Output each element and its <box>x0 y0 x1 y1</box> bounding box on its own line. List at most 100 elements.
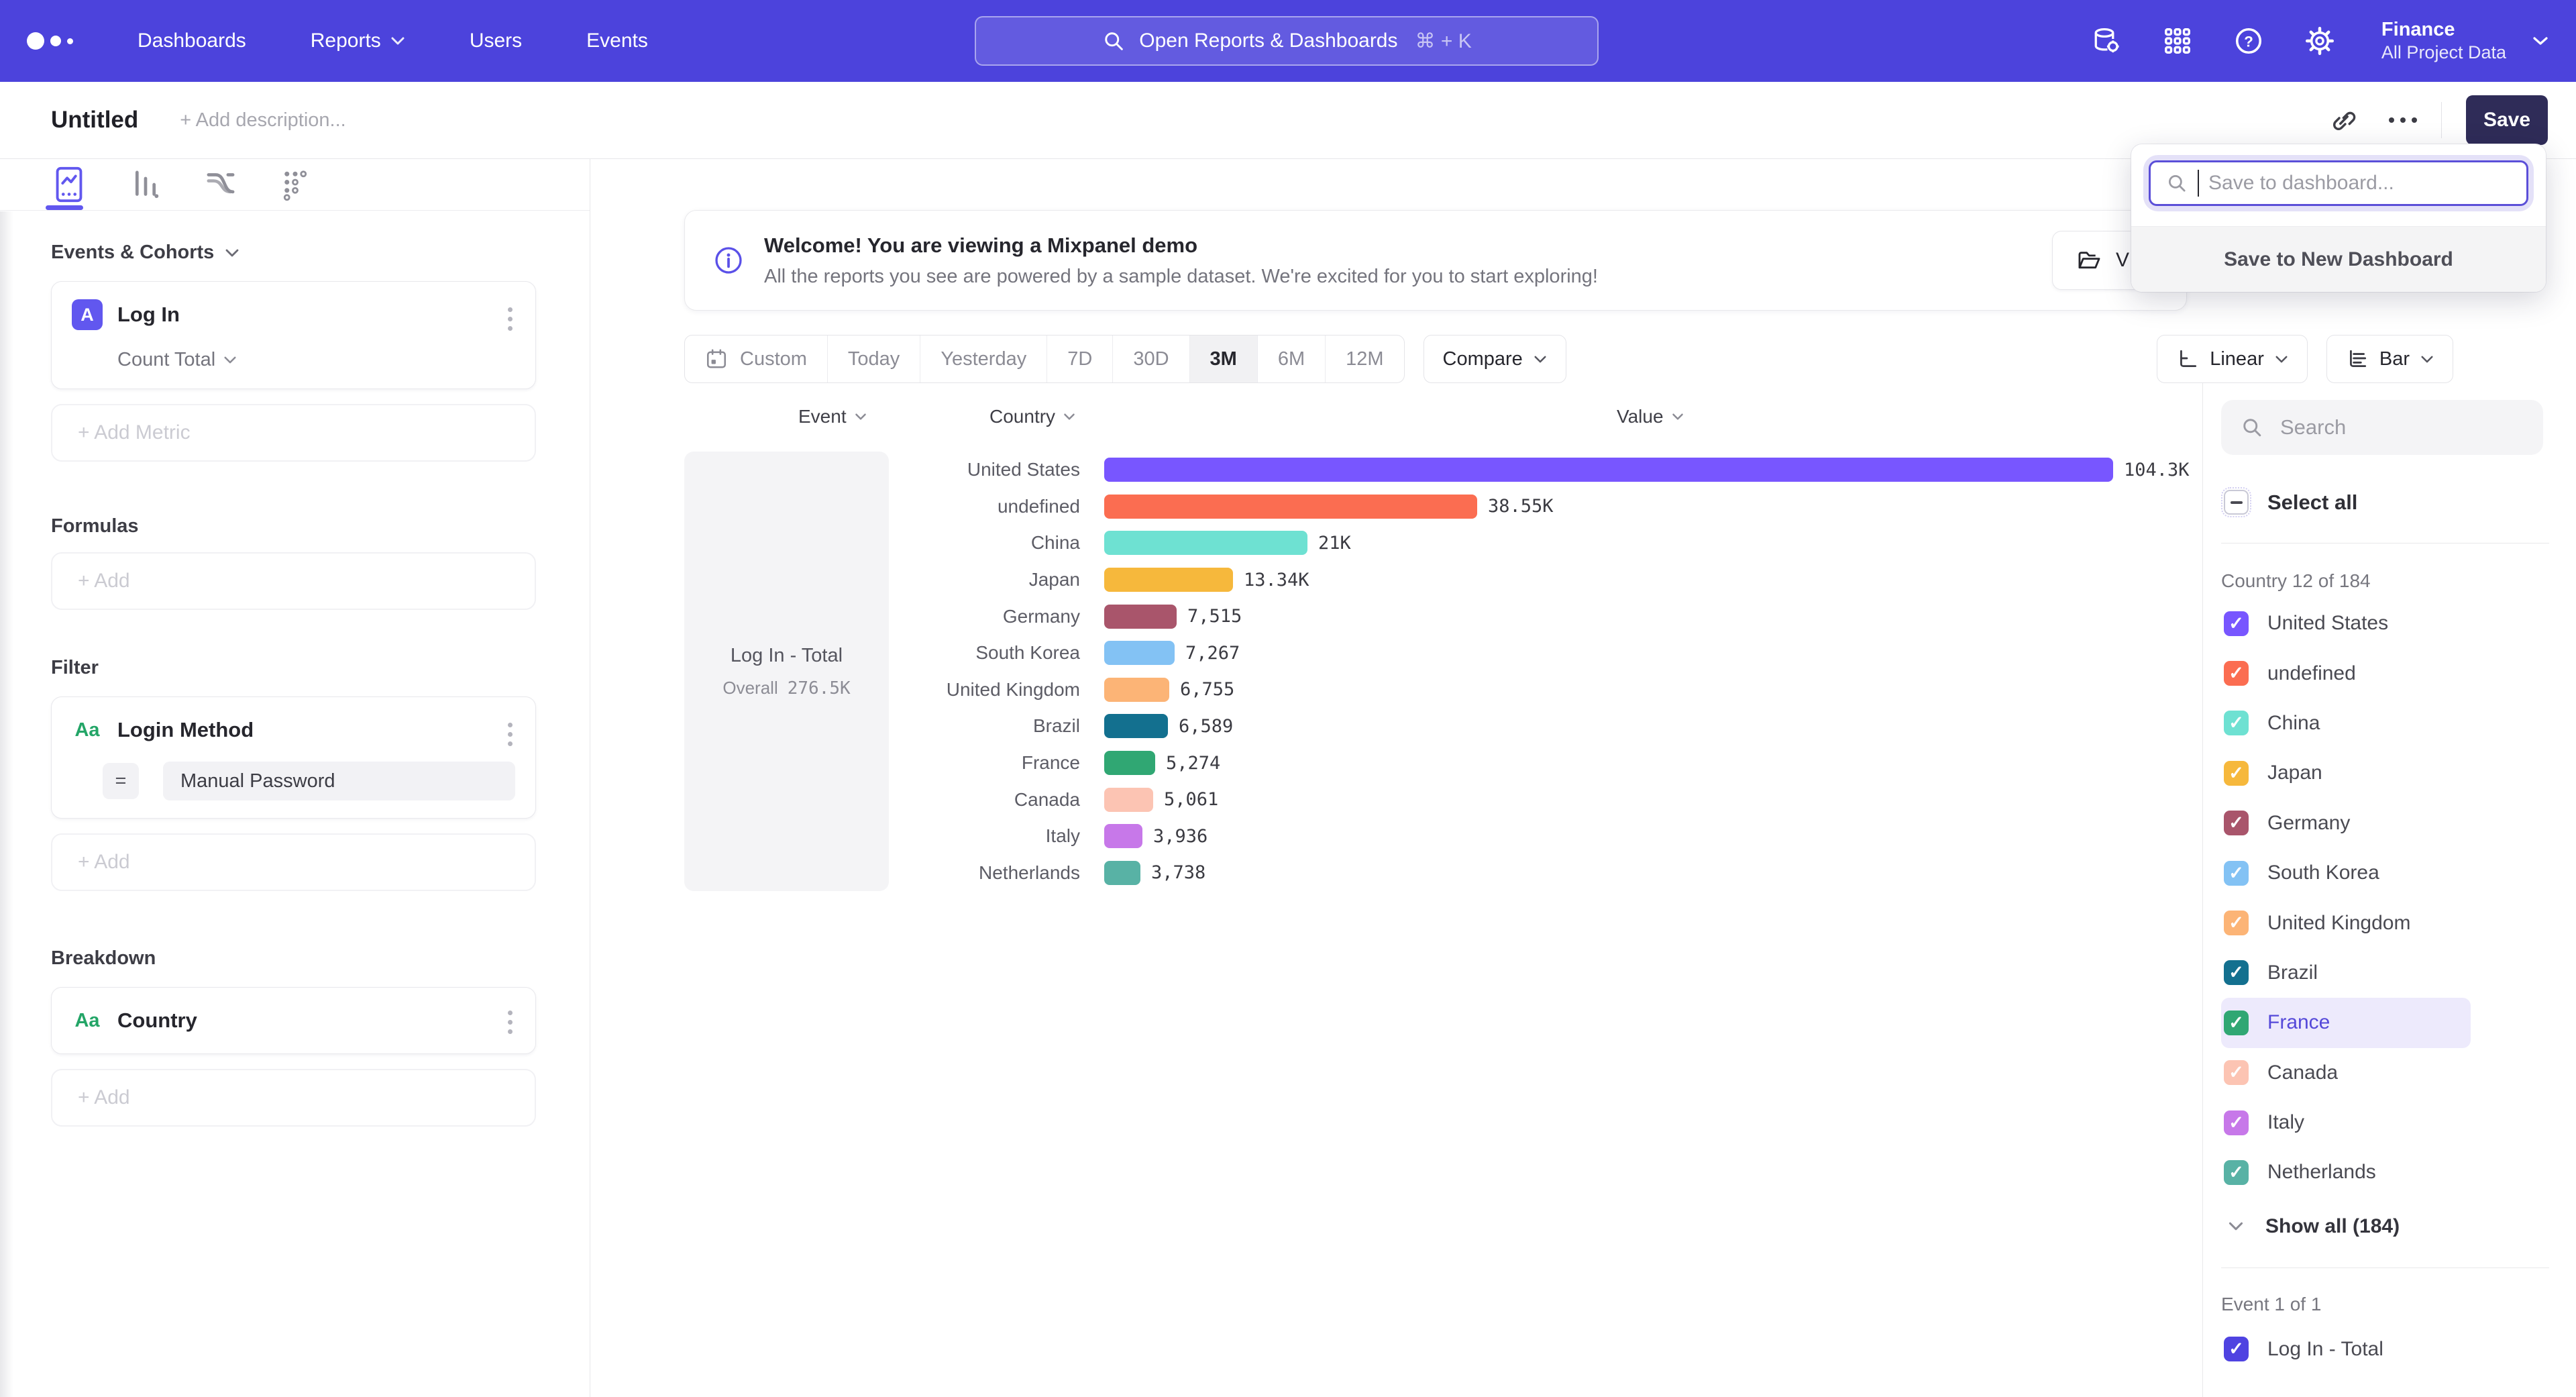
country-checkbox-row[interactable]: ✓ Italy <box>2221 1098 2549 1147</box>
tab-retention[interactable] <box>272 159 318 210</box>
country-checkbox-row[interactable]: ✓ Canada <box>2221 1048 2549 1098</box>
save-button[interactable]: Save <box>2466 95 2548 145</box>
save-to-new-dashboard-button[interactable]: Save to New Dashboard <box>2131 226 2546 292</box>
value-bar[interactable] <box>1104 861 1140 885</box>
column-header-country[interactable]: Country <box>989 406 1075 427</box>
event-series-cell[interactable]: Log In - Total Overall 276.5K <box>684 452 889 891</box>
more-options-icon[interactable] <box>2389 117 2417 123</box>
country-checkbox-row[interactable]: ✓ Brazil <box>2221 948 2549 998</box>
country-checkbox-checked[interactable]: ✓ <box>2224 661 2249 686</box>
breakdown-property-name[interactable]: Country <box>117 1008 197 1033</box>
segment-search-input[interactable]: Search <box>2221 400 2543 455</box>
metric-card-log-in[interactable]: A Log In Count Total <box>51 281 536 389</box>
apps-grid-icon[interactable] <box>2161 25 2194 57</box>
country-checkbox-row[interactable]: ✓ France <box>2221 998 2471 1047</box>
add-formula-button[interactable]: + Add <box>51 552 536 610</box>
country-checkbox-checked[interactable]: ✓ <box>2224 1160 2249 1185</box>
value-bar[interactable] <box>1104 495 1477 519</box>
event-checkbox-checked[interactable]: ✓ <box>2224 1337 2249 1361</box>
report-title[interactable]: Untitled <box>51 107 138 134</box>
nav-item-users[interactable]: Users <box>470 30 522 52</box>
column-header-event[interactable]: Event <box>798 406 867 427</box>
country-checkbox-checked[interactable]: ✓ <box>2224 811 2249 835</box>
country-checkbox-row[interactable]: ✓ China <box>2221 698 2549 748</box>
tab-funnels[interactable] <box>122 159 169 210</box>
filter-operator-selector[interactable]: = <box>103 763 139 799</box>
select-all-checkbox-indeterminate[interactable] <box>2224 490 2249 515</box>
events-cohorts-section-label[interactable]: Events & Cohorts <box>51 242 536 264</box>
global-search[interactable]: Open Reports & Dashboards ⌘ + K <box>975 16 1599 66</box>
add-breakdown-button[interactable]: + Add <box>51 1069 536 1127</box>
country-checkbox-checked[interactable]: ✓ <box>2224 711 2249 735</box>
value-bar[interactable] <box>1104 641 1175 665</box>
filter-card-login-method[interactable]: Aa Login Method = Manual Password <box>51 696 536 819</box>
country-checkbox-checked[interactable]: ✓ <box>2224 861 2249 886</box>
country-label: Brazil <box>889 715 1080 737</box>
settings-gear-icon[interactable] <box>2304 25 2336 57</box>
save-to-dashboard-input[interactable]: Save to dashboard... <box>2149 160 2528 206</box>
filter-value-selector[interactable]: Manual Password <box>163 762 515 800</box>
range-custom[interactable]: Custom <box>685 335 828 382</box>
data-management-icon[interactable] <box>2090 25 2123 57</box>
show-all-toggle[interactable]: Show all (184) <box>2221 1215 2549 1238</box>
range-3m-selected[interactable]: 3M <box>1190 335 1258 382</box>
country-checkbox-checked[interactable]: ✓ <box>2224 1060 2249 1085</box>
save-search-input-halo: Save to dashboard... <box>2149 160 2528 206</box>
range-label: 6M <box>1278 348 1305 370</box>
add-metric-button[interactable]: + Add Metric <box>51 404 536 462</box>
aggregation-selector[interactable]: Count Total <box>117 349 515 371</box>
metric-event-name[interactable]: Log In <box>117 303 180 327</box>
breakdown-card-country[interactable]: Aa Country <box>51 987 536 1054</box>
report-type-tabs <box>0 159 590 211</box>
range-12m[interactable]: 12M <box>1326 335 1403 382</box>
project-switcher[interactable]: Finance All Project Data <box>2381 18 2549 64</box>
mixpanel-logo[interactable] <box>27 32 73 50</box>
country-checkbox-checked[interactable]: ✓ <box>2224 960 2249 985</box>
country-checkbox-row[interactable]: ✓ Netherlands <box>2221 1147 2549 1197</box>
value-bar[interactable] <box>1104 568 1233 592</box>
nav-item-dashboards[interactable]: Dashboards <box>138 30 246 52</box>
tab-flows[interactable] <box>197 159 244 210</box>
event-checkbox-row[interactable]: ✓ Log In - Total <box>2221 1325 2549 1374</box>
value-bar[interactable] <box>1104 531 1307 555</box>
country-checkbox-checked[interactable]: ✓ <box>2224 611 2249 636</box>
country-checkbox-row[interactable]: ✓ Germany <box>2221 798 2549 848</box>
nav-item-events[interactable]: Events <box>586 30 648 52</box>
metric-kebab-icon[interactable] <box>504 303 517 335</box>
add-filter-button[interactable]: + Add <box>51 833 536 891</box>
select-all-row[interactable]: Select all <box>2221 490 2549 515</box>
nav-item-reports[interactable]: Reports <box>311 30 405 52</box>
value-bar[interactable] <box>1104 678 1169 702</box>
value-bar[interactable] <box>1104 458 2113 482</box>
scale-selector-linear[interactable]: Linear <box>2157 335 2308 383</box>
value-bar[interactable] <box>1104 714 1168 738</box>
value-bar[interactable] <box>1104 605 1177 629</box>
compare-button[interactable]: Compare <box>1424 335 1566 383</box>
country-checkbox-checked[interactable]: ✓ <box>2224 1011 2249 1035</box>
range-yesterday[interactable]: Yesterday <box>920 335 1047 382</box>
country-checkbox-row[interactable]: ✓ United States <box>2221 599 2549 648</box>
value-bar[interactable] <box>1104 751 1155 775</box>
range-30d[interactable]: 30D <box>1113 335 1189 382</box>
range-today[interactable]: Today <box>828 335 920 382</box>
add-description-field[interactable]: + Add description... <box>180 109 345 132</box>
country-checkbox-checked[interactable]: ✓ <box>2224 911 2249 935</box>
copy-link-icon[interactable] <box>2330 106 2358 134</box>
filter-property-name[interactable]: Login Method <box>117 718 254 742</box>
country-checkbox-checked[interactable]: ✓ <box>2224 761 2249 786</box>
value-bar[interactable] <box>1104 788 1153 812</box>
country-checkbox-row[interactable]: ✓ South Korea <box>2221 848 2549 898</box>
tab-insights[interactable] <box>44 159 94 210</box>
value-bar[interactable] <box>1104 824 1142 848</box>
country-checkbox-row[interactable]: ✓ undefined <box>2221 648 2549 698</box>
breakdown-kebab-icon[interactable] <box>504 1006 517 1038</box>
help-icon[interactable]: ? <box>2233 25 2265 57</box>
range-7d[interactable]: 7D <box>1047 335 1113 382</box>
country-checkbox-row[interactable]: ✓ Japan <box>2221 748 2549 798</box>
chart-type-selector-bar[interactable]: Bar <box>2326 335 2453 383</box>
country-checkbox-checked[interactable]: ✓ <box>2224 1110 2249 1135</box>
country-checkbox-row[interactable]: ✓ United Kingdom <box>2221 898 2549 947</box>
range-6m[interactable]: 6M <box>1258 335 1326 382</box>
column-header-value[interactable]: Value <box>1617 406 1684 427</box>
filter-kebab-icon[interactable] <box>504 719 517 750</box>
